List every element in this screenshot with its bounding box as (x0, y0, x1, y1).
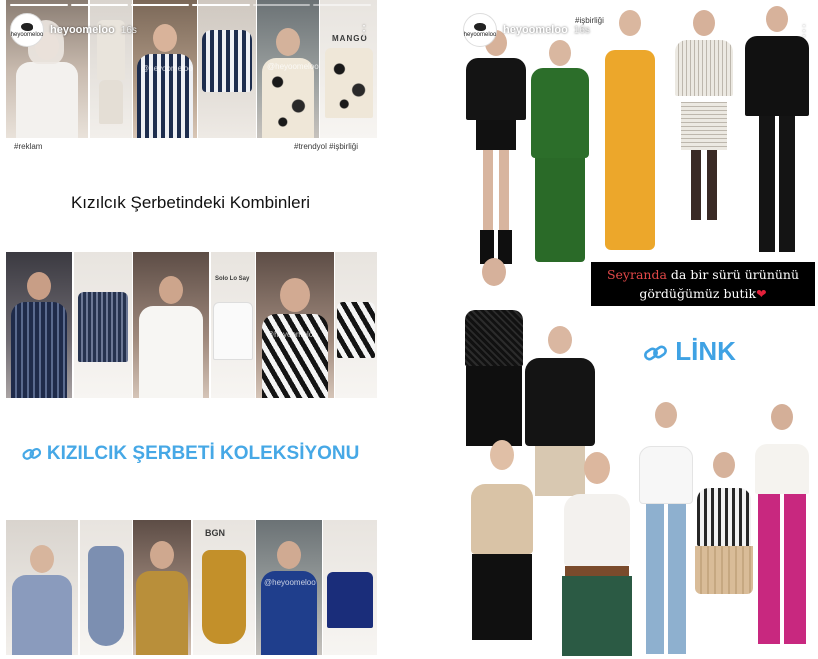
collage-product-mustard-dress: BGN (193, 520, 255, 655)
hashtag-tag[interactable]: #trendyol #işbirliği (294, 142, 359, 151)
model-green-set (525, 40, 595, 264)
story-progress-bar (10, 4, 372, 6)
watermark: @heyoomeloo (267, 62, 319, 71)
post-time: 16s (120, 24, 137, 36)
avatar-text: heyoomeloo (10, 31, 44, 38)
avatar-text: heyoomeloo (463, 31, 497, 38)
collage-photo-9: @heyoomeloo (256, 520, 322, 655)
watermark: @heyoomeloo (264, 578, 316, 587)
more-options-icon[interactable]: ⋮ (797, 22, 811, 39)
avatar[interactable]: heyoomeloo (10, 13, 44, 47)
banner-line-1-text: da bir sürü ürününü (666, 267, 800, 282)
collage-photo-5 (133, 252, 209, 398)
link-label: LİNK (675, 336, 736, 366)
bird-logo-icon (21, 22, 33, 31)
more-options-icon[interactable]: ⋮ (357, 22, 371, 39)
collage-photo-8 (133, 520, 191, 655)
brand-label: Solo Lo Say (215, 276, 250, 282)
model-lace-top (459, 258, 529, 458)
heart-icon: ❤ (756, 286, 767, 301)
link-button[interactable]: LİNK (644, 336, 736, 367)
watermark: @heyoomeloo (141, 64, 193, 73)
story-left[interactable]: @heyoomeloo @heyoomeloo MANGO heyoomeloo… (4, 0, 377, 655)
collage-product-dress (80, 520, 132, 655)
collage-product-white-blouse: Solo Lo Say (211, 252, 255, 398)
ad-tag[interactable]: #reklam (14, 142, 43, 151)
banner-line-2: gördüğümüz butik❤ (591, 284, 815, 303)
model-white-top-green-skirt (551, 452, 643, 659)
username[interactable]: heyoomeloo (50, 24, 115, 36)
collage-photo-7 (6, 520, 78, 655)
story-header: heyoomeloo heyoomeloo 16s ⋮ (463, 12, 811, 48)
username[interactable]: heyoomeloo (503, 24, 568, 36)
collage-photo-6: @heyoomeloo (256, 252, 334, 398)
avatar[interactable]: heyoomeloo (463, 13, 497, 47)
story-header: heyoomeloo heyoomeloo 16s ⋮ (10, 12, 371, 48)
story-progress-bar (463, 4, 811, 6)
section-title: Kızılcık Şerbetindeki Kombinleri (70, 193, 311, 212)
collage-product-zebra-shirt (335, 252, 377, 398)
model-beige-vest (459, 440, 545, 659)
collage-photo-4 (6, 252, 72, 398)
post-time: 16s (573, 24, 590, 36)
link-icon (644, 345, 667, 361)
collage-product-stripe-shirt (74, 252, 132, 398)
banner-line-2-text: gördüğümüz butik (639, 286, 757, 301)
promo-banner: Seyranda da bir sürü ürününü gördüğümüz … (591, 262, 815, 306)
banner-highlight: Seyranda (606, 267, 667, 282)
bird-logo-icon (474, 22, 486, 31)
collection-link-label: KIZILCIK ŞERBETİ KOLEKSİYONU (46, 443, 360, 464)
link-icon (22, 447, 41, 460)
collage-product-navy-top (323, 520, 377, 655)
collection-link[interactable]: KIZILCIK ŞERBETİ KOLEKSİYONU (4, 443, 377, 465)
model-pink-trousers (749, 404, 815, 659)
brand-label: BGN (205, 528, 225, 538)
story-right[interactable]: heyoomeloo heyoomeloo 16s ⋮ #işbirliği S… (457, 0, 817, 659)
watermark: @heyoomeloo (266, 330, 318, 339)
banner-line-1: Seyranda da bir sürü ürününü (591, 265, 815, 284)
